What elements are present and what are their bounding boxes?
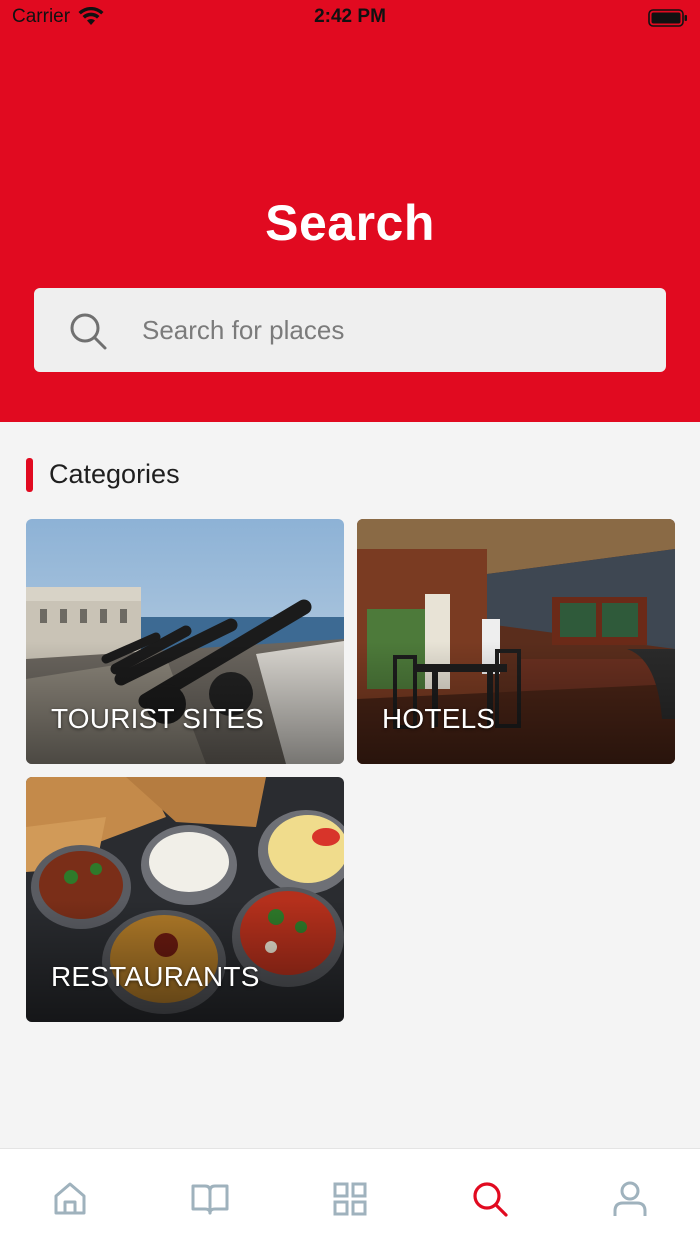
tab-bar bbox=[0, 1148, 700, 1244]
tab-guides[interactable] bbox=[188, 1177, 232, 1221]
tab-profile[interactable] bbox=[608, 1177, 652, 1221]
status-bar: Carrier 2:42 PM bbox=[0, 0, 700, 36]
user-icon bbox=[613, 1181, 647, 1216]
section-title: Categories bbox=[49, 459, 180, 489]
tab-home[interactable] bbox=[48, 1177, 92, 1221]
search-icon bbox=[473, 1182, 508, 1217]
category-card-restaurants[interactable]: RESTAURANTS bbox=[26, 777, 344, 1022]
category-card-tourist-sites[interactable]: TOURIST SITES bbox=[26, 519, 344, 764]
search-icon bbox=[70, 313, 107, 350]
battery-icon bbox=[648, 8, 688, 34]
category-label: RESTAURANTS bbox=[51, 961, 260, 992]
book-icon bbox=[191, 1184, 229, 1215]
category-label: HOTELS bbox=[382, 703, 496, 734]
tab-search[interactable] bbox=[468, 1177, 512, 1221]
category-card-hotels[interactable]: HOTELS bbox=[357, 519, 675, 764]
status-time: 2:42 PM bbox=[314, 6, 386, 27]
home-icon bbox=[54, 1182, 86, 1215]
search-input[interactable] bbox=[142, 304, 642, 356]
grid-icon bbox=[333, 1182, 367, 1216]
page-title: Search bbox=[265, 195, 435, 251]
tab-categories[interactable] bbox=[328, 1177, 372, 1221]
section-accent-bar bbox=[26, 458, 33, 492]
category-label: TOURIST SITES bbox=[51, 703, 265, 734]
